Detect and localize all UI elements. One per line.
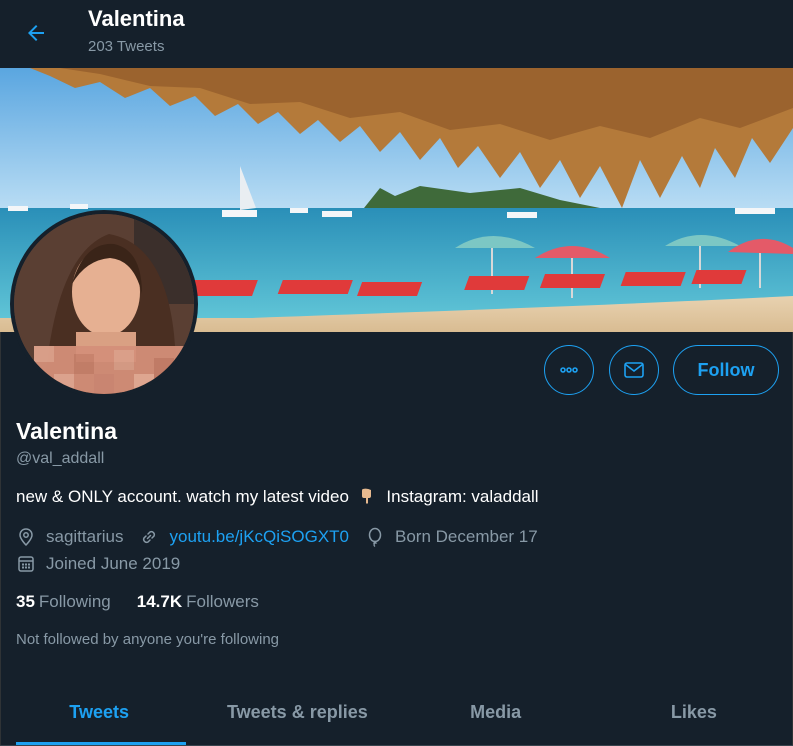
back-button[interactable] bbox=[18, 15, 54, 51]
profile-name: Valentina bbox=[16, 418, 117, 444]
balloon-icon bbox=[365, 527, 385, 547]
followers-stat[interactable]: 14.7K Followers bbox=[137, 592, 259, 612]
bio-text-after: Instagram: valaddall bbox=[386, 487, 539, 506]
joined-text: Joined June 2019 bbox=[46, 554, 181, 573]
header-title: Valentina bbox=[88, 6, 185, 31]
profile-handle: @val_addall bbox=[16, 450, 105, 467]
following-label: Following bbox=[38, 592, 111, 611]
joined-row: Joined June 2019 bbox=[16, 554, 180, 574]
more-icon bbox=[560, 367, 578, 373]
link-icon bbox=[139, 527, 159, 547]
pointing-down-hand-emoji bbox=[361, 488, 371, 504]
birthday-text: Born December 17 bbox=[395, 527, 538, 546]
followers-label: Followers bbox=[186, 592, 259, 611]
more-button[interactable] bbox=[544, 345, 594, 395]
avatar[interactable] bbox=[10, 210, 198, 398]
website: youtu.be/jKcQiSOGXT0 bbox=[139, 527, 349, 547]
not-followed-notice: Not followed by anyone you're following bbox=[16, 631, 280, 648]
website-link[interactable]: youtu.be/jKcQiSOGXT0 bbox=[169, 527, 349, 547]
profile-meta-row: sagittarius youtu.be/jKcQiSOGXT0 Born De… bbox=[16, 527, 554, 547]
bio-text-before: new & ONLY account. watch my latest vide… bbox=[16, 487, 349, 506]
profile-bio: new & ONLY account. watch my latest vide… bbox=[16, 487, 539, 507]
birthday: Born December 17 bbox=[365, 527, 538, 547]
location-pin-icon bbox=[16, 527, 36, 547]
message-button[interactable] bbox=[609, 345, 659, 395]
following-count: 35 bbox=[16, 592, 35, 611]
calendar-icon bbox=[16, 554, 36, 574]
follow-stats: 35 Following 14.7K Followers bbox=[16, 592, 285, 612]
location-text: sagittarius bbox=[46, 527, 124, 546]
envelope-icon bbox=[624, 362, 644, 378]
tab-media[interactable]: Media bbox=[397, 680, 595, 745]
tweet-count: 203 Tweets bbox=[88, 38, 165, 55]
follow-button[interactable]: Follow bbox=[673, 345, 779, 395]
profile-header: Valentina 203 Tweets bbox=[0, 0, 793, 68]
following-stat[interactable]: 35 Following bbox=[16, 592, 111, 612]
arrow-left-icon bbox=[28, 25, 44, 41]
profile-tabs: Tweets Tweets & replies Media Likes bbox=[0, 680, 793, 746]
tab-tweets-replies[interactable]: Tweets & replies bbox=[198, 680, 396, 745]
tab-tweets[interactable]: Tweets bbox=[0, 680, 198, 745]
location: sagittarius bbox=[16, 527, 123, 547]
avatar-image bbox=[14, 214, 194, 394]
tab-likes[interactable]: Likes bbox=[595, 680, 793, 745]
followers-count: 14.7K bbox=[136, 592, 183, 611]
